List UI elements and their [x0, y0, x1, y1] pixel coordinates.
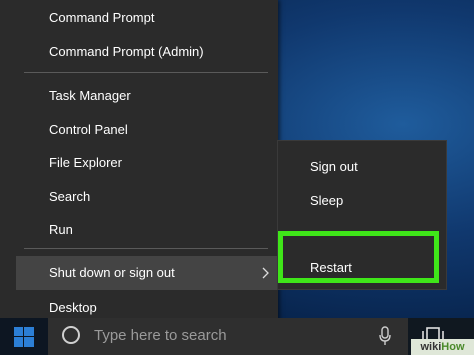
search-placeholder: Type here to search [94, 327, 227, 344]
menu-item-label: Task Manager [49, 88, 131, 103]
menu-item-search[interactable]: Search [0, 180, 278, 214]
menu-item-label: Command Prompt [49, 10, 155, 25]
menu-item-label: Desktop [49, 300, 97, 315]
menu-item-shut-down-or-sign-out[interactable]: Shut down or sign out [16, 256, 278, 290]
menu-item-label: Control Panel [49, 122, 128, 137]
submenu-item-label: Restart [310, 260, 352, 275]
menu-divider [24, 72, 268, 73]
menu-item-run[interactable]: Run [0, 213, 278, 247]
menu-item-file-explorer[interactable]: File Explorer [0, 146, 278, 180]
cortana-icon [62, 326, 80, 344]
taskbar: Type here to search [0, 318, 474, 355]
winx-menu: Command Prompt Command Prompt (Admin) Ta… [0, 0, 278, 326]
watermark-how: How [441, 341, 465, 353]
submenu-item-label: Sleep [310, 193, 344, 208]
microphone-icon[interactable] [378, 326, 392, 346]
menu-item-label: Shut down or sign out [49, 265, 175, 280]
submenu-item-sleep[interactable]: Sleep [278, 184, 446, 218]
menu-item-command-prompt-admin[interactable]: Command Prompt (Admin) [0, 35, 278, 69]
chevron-right-icon [262, 267, 269, 279]
taskbar-search-box[interactable]: Type here to search [48, 318, 408, 355]
watermark-wiki: wiki [420, 341, 442, 353]
shutdown-submenu: Sign out Sleep Restart [277, 140, 447, 290]
menu-item-label: Search [49, 189, 91, 204]
submenu-item-sign-out[interactable]: Sign out [278, 150, 446, 184]
menu-item-label: File Explorer [49, 155, 122, 170]
start-button[interactable] [0, 318, 48, 355]
menu-item-label: Command Prompt (Admin) [49, 44, 204, 59]
menu-divider [24, 248, 268, 249]
menu-item-control-panel[interactable]: Control Panel [0, 113, 278, 147]
menu-item-label: Run [49, 222, 73, 237]
menu-item-task-manager[interactable]: Task Manager [0, 79, 278, 113]
wikihow-watermark: wikiHow [411, 339, 474, 355]
submenu-item-label: Sign out [310, 159, 358, 174]
submenu-item-restart[interactable]: Restart [278, 251, 446, 285]
menu-item-command-prompt[interactable]: Command Prompt [0, 1, 278, 35]
windows-logo-icon [14, 327, 34, 347]
